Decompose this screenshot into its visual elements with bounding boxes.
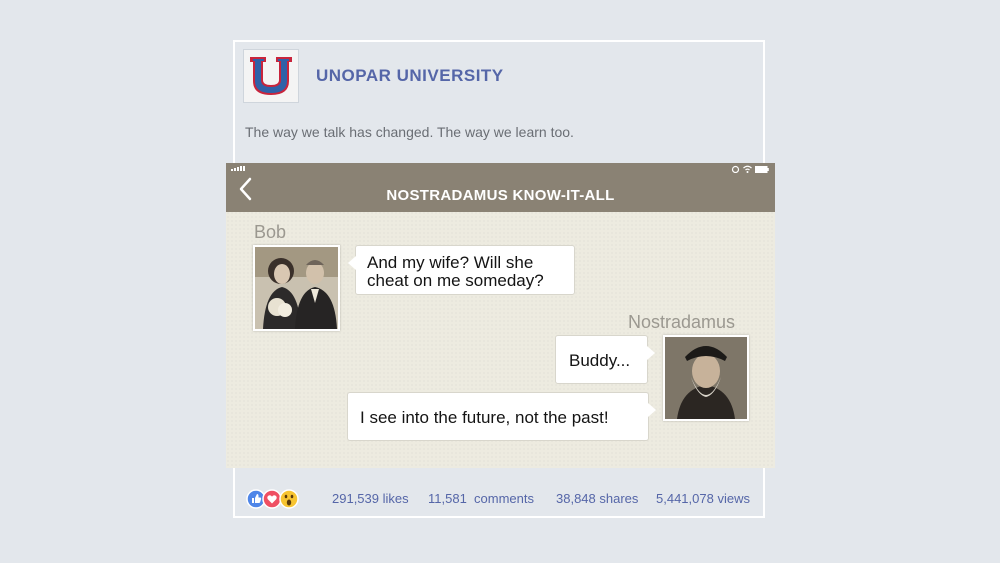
- reactions[interactable]: [246, 488, 302, 510]
- likes-count[interactable]: 291,539 likes: [332, 491, 409, 506]
- message-line: cheat on me someday?: [367, 271, 544, 290]
- message-bubble-nostradamus-1: Buddy...: [555, 335, 655, 384]
- message-text: Buddy...: [569, 351, 631, 370]
- shares-count[interactable]: 38,848 shares: [556, 491, 638, 506]
- battery-icon: [755, 165, 769, 173]
- message-bubble-nostradamus-2: I see into the future, not the past!: [347, 392, 656, 441]
- views-count: 5,441,078 views: [656, 491, 750, 506]
- comments-count[interactable]: 11,581 comments: [428, 491, 534, 506]
- alarm-icon: [731, 165, 740, 173]
- status-icons: [731, 165, 769, 173]
- bob-avatar[interactable]: [253, 245, 340, 331]
- wifi-icon: [743, 165, 752, 173]
- u-logo-icon: [250, 57, 292, 95]
- status-bar: [226, 163, 775, 175]
- sender-name-bob: Bob: [254, 222, 287, 242]
- nostradamus-portrait-icon: [665, 337, 747, 419]
- message-bubble-bob: And my wife? Will she cheat on me someda…: [348, 245, 575, 295]
- nostradamus-avatar[interactable]: [663, 335, 749, 421]
- chat-title: NOSTRADAMUS KNOW-IT-ALL: [386, 187, 615, 204]
- reaction-icons: [246, 489, 299, 509]
- university-logo[interactable]: [243, 49, 299, 103]
- post-caption: The way we talk has changed. The way we …: [245, 124, 574, 140]
- signal-icon: [231, 166, 245, 171]
- page-name[interactable]: UNOPAR UNIVERSITY: [316, 66, 504, 86]
- couple-photo-icon: [255, 247, 338, 329]
- sender-name-nostradamus: Nostradamus: [628, 312, 736, 332]
- wow-icon: [279, 489, 299, 509]
- message-text: I see into the future, not the past!: [360, 408, 609, 427]
- chat-screen: NOSTRADAMUS KNOW-IT-ALL Bob And my wife?…: [226, 163, 775, 468]
- message-line: And my wife? Will she: [367, 253, 534, 272]
- love-icon: [262, 489, 282, 509]
